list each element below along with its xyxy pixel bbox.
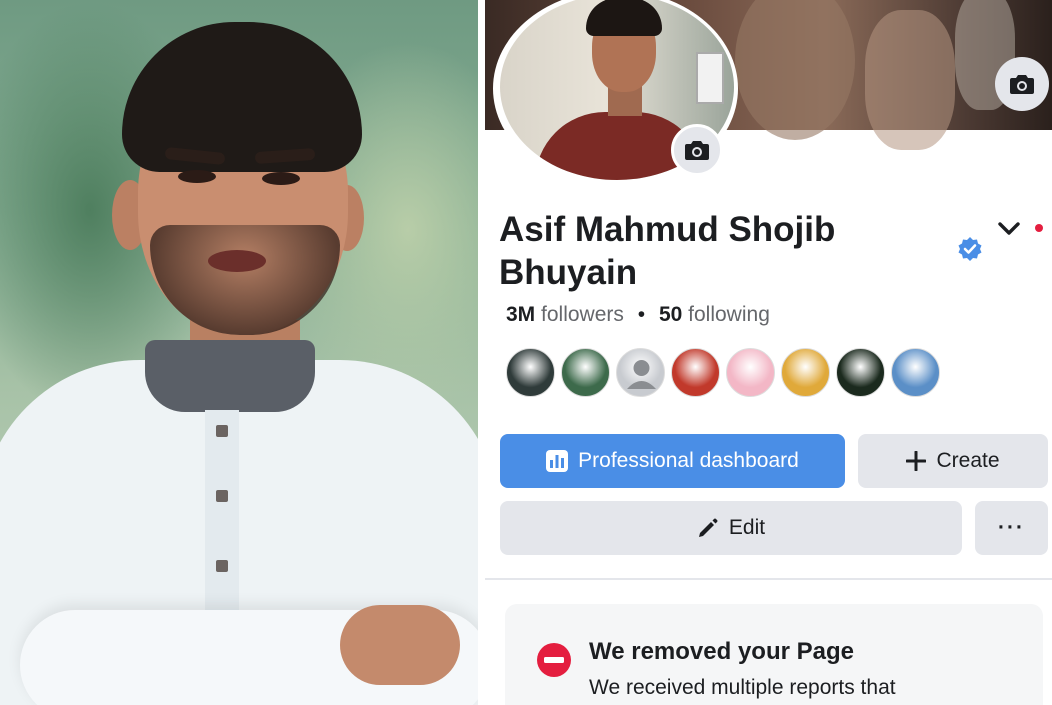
- friend-avatar[interactable]: [891, 348, 940, 397]
- notice-title: We removed your Page: [589, 638, 854, 665]
- plus-icon: [906, 451, 927, 471]
- friend-avatar[interactable]: [671, 348, 720, 397]
- followers-count[interactable]: 3M: [506, 303, 535, 326]
- followers-label[interactable]: followers: [541, 303, 624, 326]
- stats-separator: •: [637, 303, 646, 326]
- pencil-icon: [698, 518, 718, 537]
- create-button[interactable]: Create: [858, 434, 1048, 488]
- page-removed-notice[interactable]: We removed your Page We received multipl…: [505, 604, 1043, 705]
- friend-avatar[interactable]: [726, 348, 775, 397]
- camera-icon: [1010, 75, 1034, 94]
- verified-badge-icon: [958, 237, 982, 261]
- section-divider: [485, 578, 1052, 580]
- notice-body: We received multiple reports that: [589, 676, 896, 699]
- facebook-profile: Asif Mahmud Shojib Bhuyain 3M followers …: [485, 0, 1052, 705]
- professional-dashboard-label: Professional dashboard: [578, 449, 799, 472]
- edit-label: Edit: [728, 516, 766, 539]
- friend-avatars: [506, 348, 946, 398]
- more-options-icon: ···: [998, 516, 1025, 539]
- professional-dashboard-button[interactable]: Professional dashboard: [500, 434, 845, 488]
- no-entry-icon: [537, 643, 571, 677]
- create-label: Create: [936, 449, 1000, 472]
- notification-dot: [1035, 224, 1043, 232]
- avatar-camera-button[interactable]: [671, 124, 723, 176]
- more-options-button[interactable]: ···: [975, 501, 1048, 555]
- following-label[interactable]: following: [688, 303, 770, 326]
- follow-stats: 3M followers • 50 following: [506, 303, 770, 327]
- friend-avatar[interactable]: [561, 348, 610, 397]
- friend-avatar[interactable]: [781, 348, 830, 397]
- default-avatar-icon: [627, 360, 656, 389]
- image-divider: [478, 0, 485, 705]
- friend-avatar[interactable]: [506, 348, 555, 397]
- following-count[interactable]: 50: [659, 303, 682, 326]
- bar-chart-icon: [546, 450, 569, 472]
- collar: [145, 340, 315, 412]
- friend-avatar[interactable]: [836, 348, 885, 397]
- chevron-down-icon[interactable]: [997, 220, 1021, 238]
- portrait-photo: [0, 0, 478, 705]
- friend-avatar[interactable]: [616, 348, 665, 397]
- edit-profile-button[interactable]: Edit: [500, 501, 962, 555]
- camera-icon: [685, 141, 709, 160]
- cover-camera-button[interactable]: [995, 57, 1049, 111]
- profile-name: Asif Mahmud Shojib Bhuyain: [499, 210, 836, 292]
